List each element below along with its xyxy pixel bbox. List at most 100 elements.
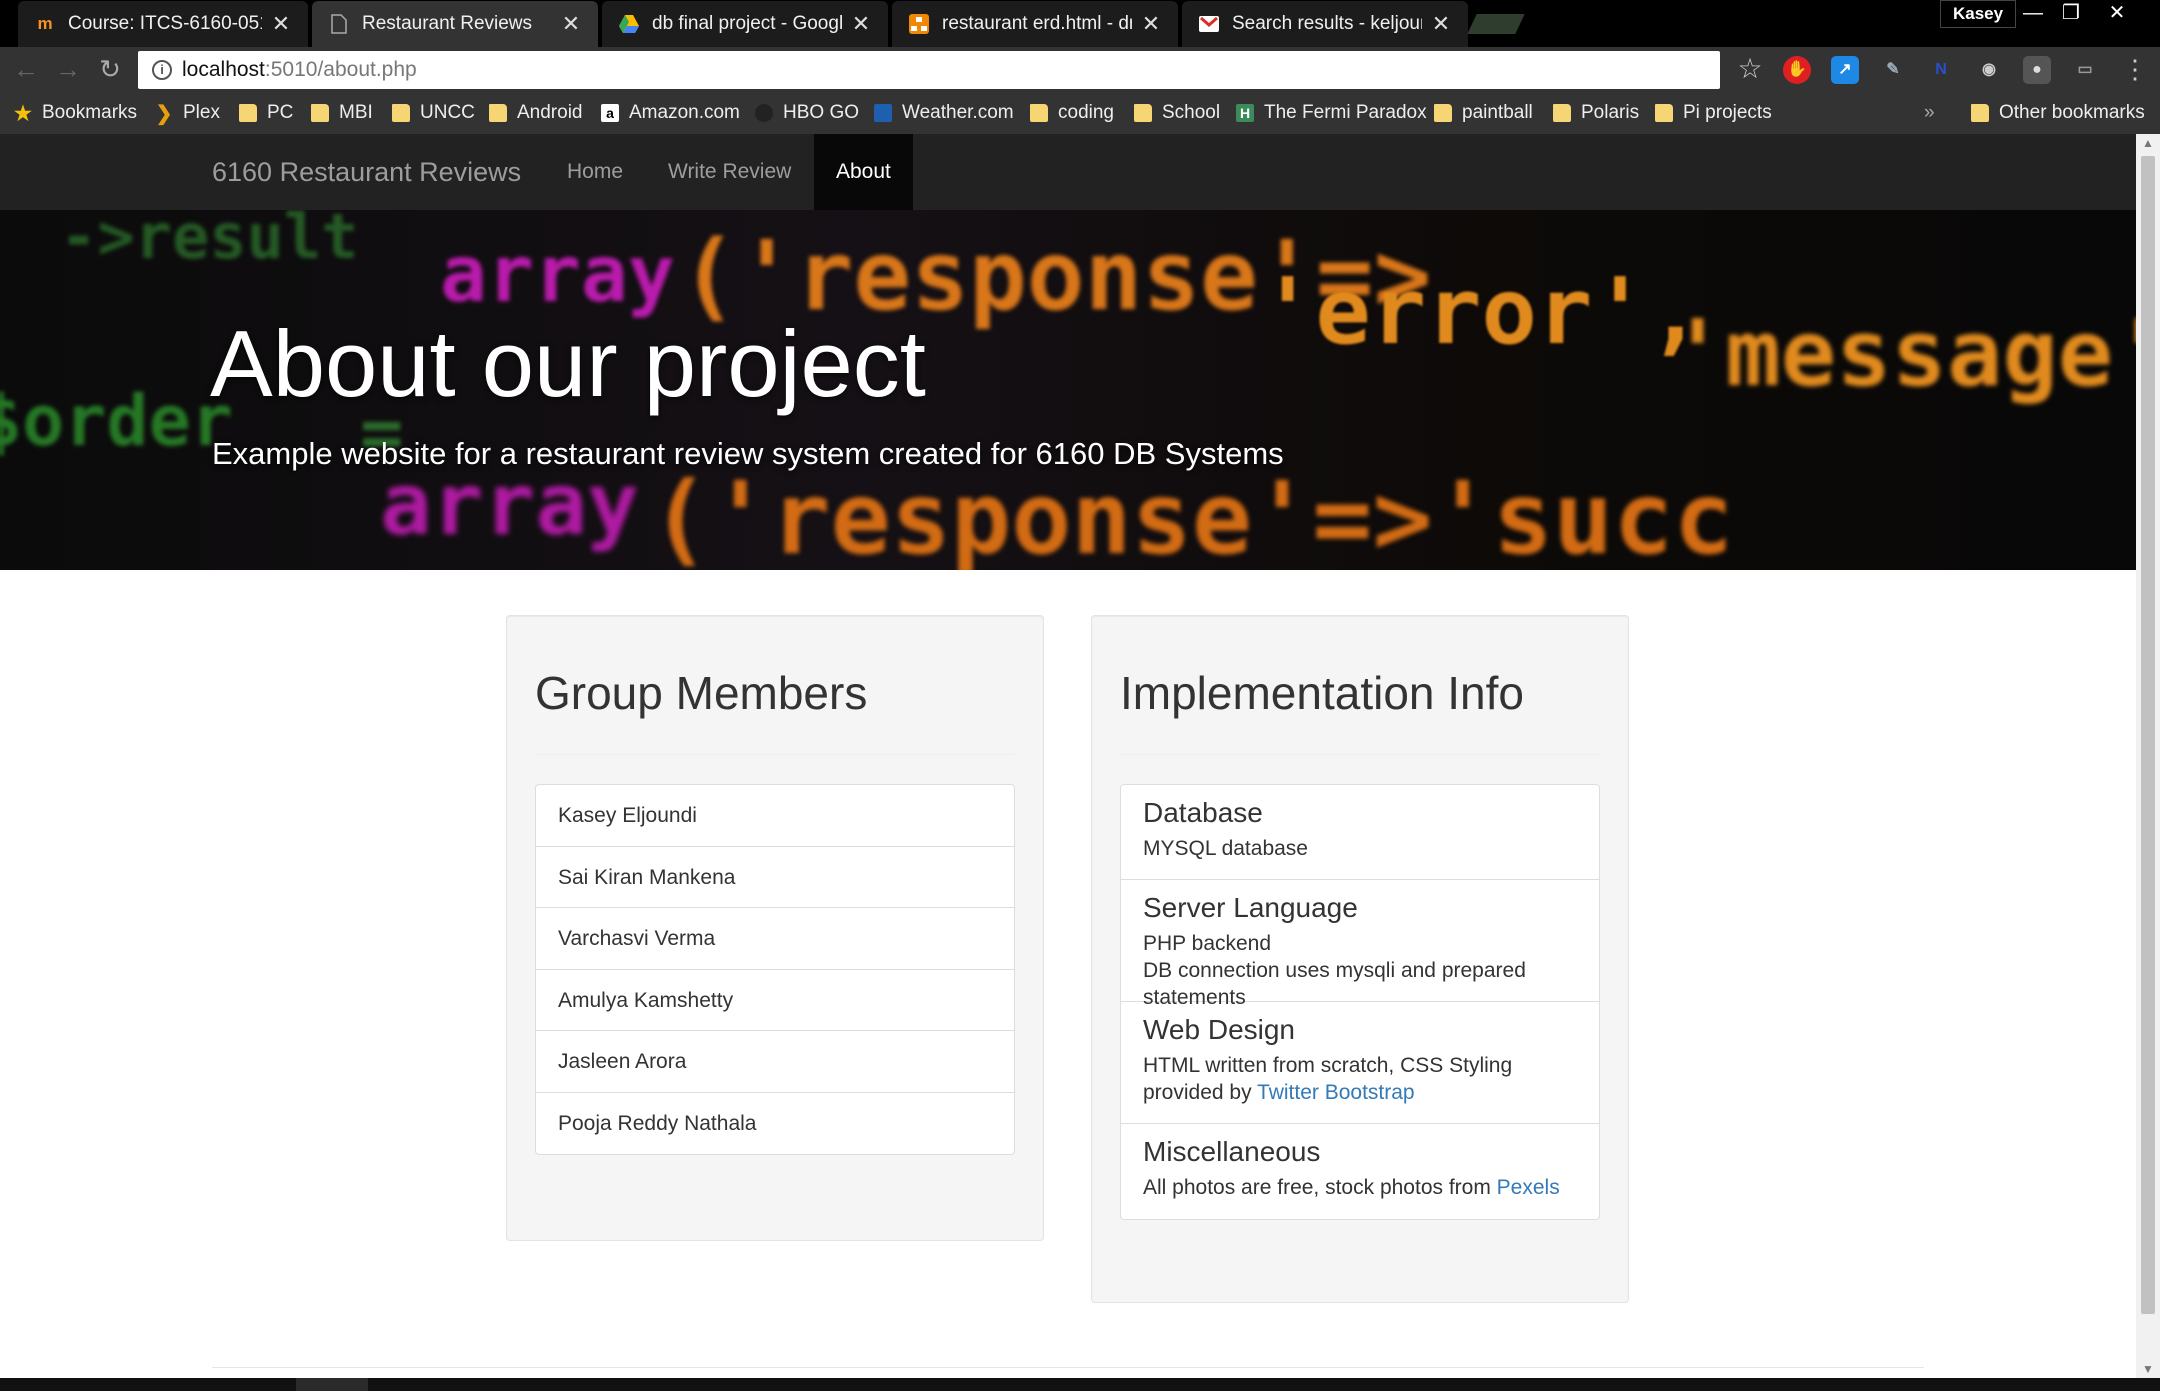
bookmark-weather[interactable]: Weather.com	[874, 92, 1014, 134]
bookmark-mbi[interactable]: MBI	[311, 92, 373, 134]
implementation-info-panel: Implementation Info Database MYSQL datab…	[1091, 615, 1629, 1303]
scrollbar-thumb[interactable]	[2141, 156, 2155, 1314]
browser-menu-icon[interactable]: ⋮	[2120, 51, 2150, 87]
list-item: Web Design HTML written from scratch, CS…	[1121, 1002, 1599, 1124]
site-brand[interactable]: 6160 Restaurant Reviews	[212, 134, 521, 210]
tab-strip: m Course: ITCS-6160-051-S ✕ Restaurant R…	[0, 0, 2160, 47]
gmail-icon	[1198, 13, 1220, 35]
amazon-icon: a	[601, 104, 619, 122]
bookmarks-overflow-icon[interactable]: »	[1924, 92, 1935, 134]
bookmark-hbo-go[interactable]: HBO GO	[755, 92, 859, 134]
bookmark-label: School	[1162, 102, 1221, 123]
item-heading: Server Language	[1143, 892, 1358, 923]
bookmark-amazon[interactable]: a Amazon.com	[601, 92, 740, 134]
bookmark-android[interactable]: Android	[489, 92, 583, 134]
nav-about[interactable]: About	[814, 134, 913, 210]
bookmark-label: Amazon.com	[629, 102, 740, 123]
list-item: Database MYSQL database	[1121, 785, 1599, 880]
bookmark-star-icon[interactable]: ☆	[1732, 51, 1768, 87]
item-text: MYSQL database	[1143, 837, 1308, 860]
info-icon[interactable]: i	[152, 60, 172, 80]
adblock-extension-icon[interactable]: ✋	[1783, 56, 1811, 84]
pexels-link[interactable]: Pexels	[1497, 1176, 1560, 1199]
close-tab-icon[interactable]: ✕	[1430, 11, 1452, 37]
hero-title: About our project	[210, 311, 926, 416]
bookmark-label: Plex	[183, 102, 220, 123]
close-tab-icon[interactable]: ✕	[1140, 11, 1162, 37]
tab-restaurant-reviews[interactable]: Restaurant Reviews ✕	[312, 1, 598, 47]
forward-arrow-icon[interactable]: →	[50, 51, 86, 87]
bookmark-label: Pi projects	[1683, 102, 1772, 123]
bookmark-school[interactable]: School	[1134, 92, 1220, 134]
close-tab-icon[interactable]: ✕	[270, 11, 292, 37]
close-tab-icon[interactable]: ✕	[850, 11, 872, 37]
tab-title: Course: ITCS-6160-051-S	[68, 13, 262, 34]
eyedropper-extension-icon[interactable]: ✎	[1879, 56, 1907, 84]
reload-icon[interactable]: ↻	[92, 51, 128, 87]
bookmark-pc[interactable]: PC	[239, 92, 293, 134]
bookmark-label: Other bookmarks	[1999, 102, 2145, 123]
n-extension-icon[interactable]: N	[1927, 56, 1955, 84]
url-path: :5010/about.php	[264, 58, 417, 81]
moodle-icon: m	[37, 14, 53, 33]
star-icon: ★	[14, 102, 32, 125]
item-text: All photos are free, stock photos from P…	[1143, 1174, 1577, 1201]
close-window-icon[interactable]: ✕	[2094, 0, 2140, 28]
tab-gmail[interactable]: Search results - keljound ✕	[1182, 1, 1468, 47]
folder-icon	[311, 104, 329, 122]
link-extension-icon[interactable]: ↗	[1831, 56, 1859, 84]
folder-icon	[1030, 104, 1048, 122]
page-scrollbar[interactable]: ▲ ▼	[2136, 134, 2160, 1378]
tab-course[interactable]: m Course: ITCS-6160-051-S ✕	[18, 1, 308, 47]
taskbar-button[interactable]	[296, 1378, 368, 1391]
scroll-up-icon[interactable]: ▲	[2136, 134, 2160, 152]
os-taskbar	[0, 1378, 2160, 1391]
divider	[1120, 754, 1600, 755]
bookmark-plex[interactable]: ❯ Plex	[155, 92, 220, 134]
profile-button[interactable]: Kasey	[1940, 0, 2017, 28]
restore-icon[interactable]: ❐	[2048, 0, 2094, 28]
bookmark-uncc[interactable]: UNCC	[392, 92, 475, 134]
ghostery-extension-icon[interactable]: ◉	[1975, 56, 2003, 84]
back-arrow-icon[interactable]: ←	[8, 51, 44, 87]
folder-icon	[1134, 104, 1152, 122]
folder-icon	[392, 104, 410, 122]
implementation-heading: Implementation Info	[1120, 667, 1525, 719]
folder-icon	[239, 104, 257, 122]
bookmark-pi-projects[interactable]: Pi projects	[1655, 92, 1772, 134]
bookmark-bookmarks[interactable]: ★ Bookmarks	[14, 92, 137, 134]
implementation-list: Database MYSQL database Server Language …	[1120, 784, 1600, 1220]
close-tab-icon[interactable]: ✕	[560, 11, 582, 37]
divider	[535, 754, 1015, 755]
bookmark-fermi-paradox[interactable]: H The Fermi Paradox	[1236, 92, 1427, 134]
drawio-icon	[908, 13, 930, 35]
group-members-panel: Group Members Kasey Eljoundi Sai Kiran M…	[506, 615, 1044, 1241]
address-bar[interactable]: i localhost:5010/about.php	[138, 51, 1720, 89]
bookmark-label: coding	[1058, 102, 1114, 123]
tab-title: Search results - keljound	[1232, 13, 1422, 34]
bookmark-paintball[interactable]: paintball	[1434, 92, 1533, 134]
bookmark-polaris[interactable]: Polaris	[1553, 92, 1639, 134]
nav-write-review[interactable]: Write Review	[646, 134, 813, 210]
item-heading: Miscellaneous	[1143, 1136, 1321, 1167]
bookmark-other-bookmarks[interactable]: Other bookmarks	[1971, 92, 2145, 134]
item-text: PHP backend	[1143, 932, 1272, 955]
new-tab-button[interactable]	[1467, 14, 1525, 34]
tab-title: Restaurant Reviews	[362, 13, 533, 34]
hbo-icon	[755, 104, 773, 122]
h-icon: H	[1236, 104, 1254, 122]
twitter-bootstrap-link[interactable]: Twitter Bootstrap	[1257, 1081, 1415, 1104]
folder-icon	[1655, 104, 1673, 122]
bookmark-label: Weather.com	[902, 102, 1014, 123]
nav-home[interactable]: Home	[545, 134, 645, 210]
keeper-extension-icon[interactable]: ●	[2023, 56, 2051, 84]
tab-drawio[interactable]: restaurant erd.html - dra ✕	[892, 1, 1178, 47]
cast-icon[interactable]: ▭	[2071, 56, 2099, 84]
item-heading: Database	[1143, 797, 1263, 828]
bookmark-coding[interactable]: coding	[1030, 92, 1114, 134]
tab-google-drive[interactable]: db final project - Google ✕	[602, 1, 888, 47]
scroll-down-icon[interactable]: ▼	[2136, 1360, 2160, 1378]
tab-title: db final project - Google	[652, 13, 842, 34]
bookmark-label: Bookmarks	[42, 102, 138, 123]
list-item: Varchasvi Verma	[536, 908, 1014, 970]
